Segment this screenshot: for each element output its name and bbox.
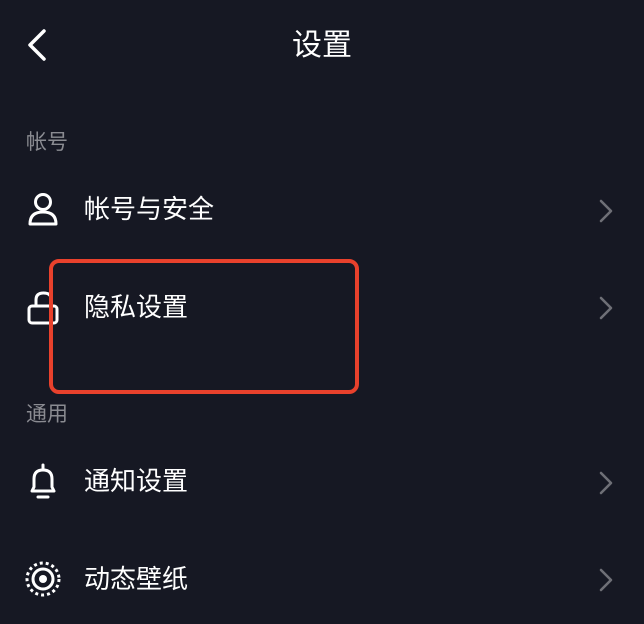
user-icon [24,190,64,230]
chevron-right-icon [594,468,618,498]
settings-item-label: 动态壁纸 [84,565,189,595]
bell-icon [24,462,64,502]
page-title: 设置 [292,28,352,63]
settings-item-notifications[interactable]: 通知设置 [0,438,644,528]
settings-item-privacy[interactable]: 隐私设置 [0,262,644,352]
settings-item-live-wallpaper[interactable]: 动态壁纸 [0,534,644,624]
chevron-right-icon [594,565,618,595]
back-button[interactable] [18,22,62,68]
chevron-right-icon [594,293,618,323]
settings-item-label: 帐号与安全 [84,195,215,225]
section-label-account: 帐号 [26,130,68,154]
top-bar: 设置 [0,0,644,92]
settings-item-label: 通知设置 [84,467,189,497]
section-label-general: 通用 [26,402,68,426]
settings-item-account-security[interactable]: 帐号与安全 [0,166,644,256]
chevron-left-icon [28,29,46,61]
settings-item-label: 隐私设置 [84,293,189,323]
live-wallpaper-icon [24,560,64,600]
lock-icon [24,288,64,328]
chevron-right-icon [594,196,618,226]
